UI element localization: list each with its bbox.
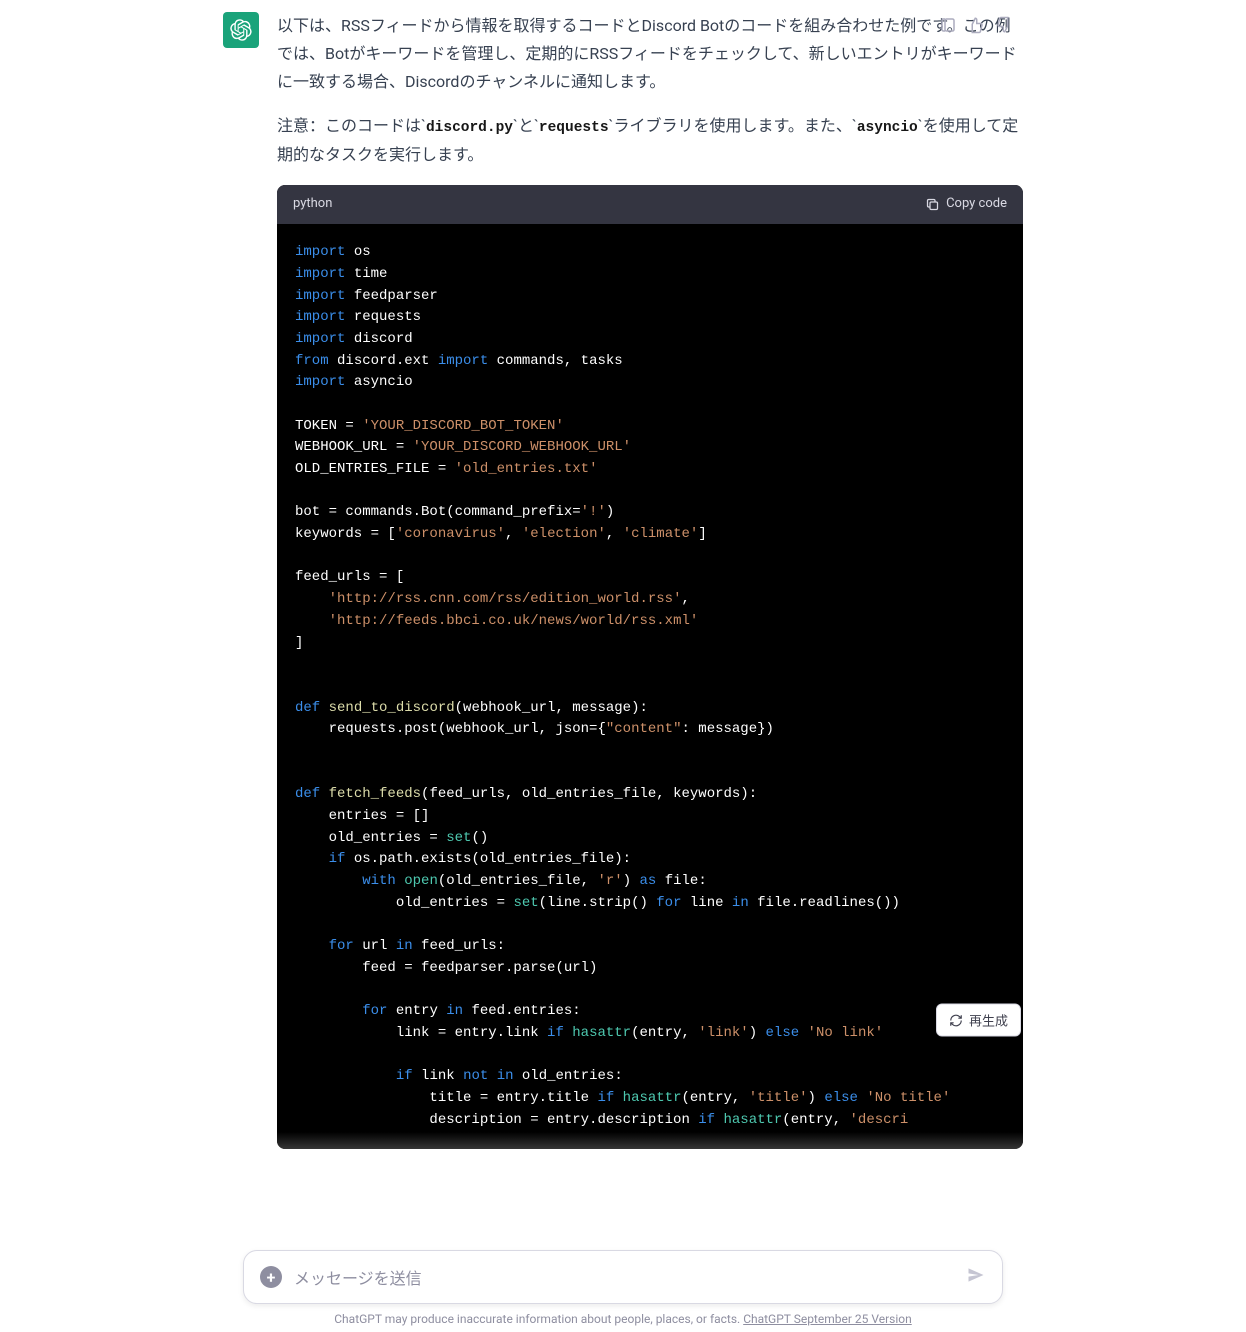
footer-disclaimer: ChatGPT may produce inaccurate informati…: [0, 1312, 1246, 1326]
footer-version-link[interactable]: ChatGPT September 25 Version: [743, 1312, 912, 1326]
code-header: python Copy code: [277, 185, 1023, 224]
message-actions: [939, 16, 1013, 34]
copy-code-button[interactable]: Copy code: [925, 193, 1007, 216]
regenerate-button[interactable]: 再生成: [936, 1004, 1021, 1037]
code-block: python Copy code import os import time i…: [277, 185, 1023, 1149]
regenerate-label: 再生成: [969, 1011, 1008, 1030]
assistant-avatar: [223, 12, 259, 48]
assistant-text: 以下は、RSSフィードから情報を取得するコードとDiscord Botのコードを…: [277, 12, 1023, 1149]
assistant-message: 以下は、RSSフィードから情報を取得するコードとDiscord Botのコードを…: [213, 12, 1033, 1149]
message-input[interactable]: + メッセージを送信: [243, 1250, 1003, 1304]
copy-code-label: Copy code: [946, 193, 1007, 216]
inline-code-lib3: asyncio: [857, 120, 918, 136]
send-icon[interactable]: [966, 1265, 986, 1289]
clipboard-icon[interactable]: [939, 16, 957, 34]
message-paragraph-1: 以下は、RSSフィードから情報を取得するコードとDiscord Botのコードを…: [277, 12, 1023, 96]
refresh-icon: [949, 1013, 963, 1027]
thumbs-up-icon[interactable]: [967, 16, 985, 34]
inline-code-lib1: discord.py: [426, 120, 513, 136]
thumbs-down-icon[interactable]: [995, 16, 1013, 34]
input-placeholder: メッセージを送信: [294, 1265, 422, 1289]
message-paragraph-2: 注意：このコードは`discord.py`と`requests`ライブラリを使用…: [277, 112, 1023, 169]
code-language-label: python: [293, 193, 332, 216]
attach-icon[interactable]: +: [260, 1266, 282, 1288]
code-content: import os import time import feedparser …: [277, 224, 1023, 1149]
inline-code-lib2: requests: [539, 120, 609, 136]
